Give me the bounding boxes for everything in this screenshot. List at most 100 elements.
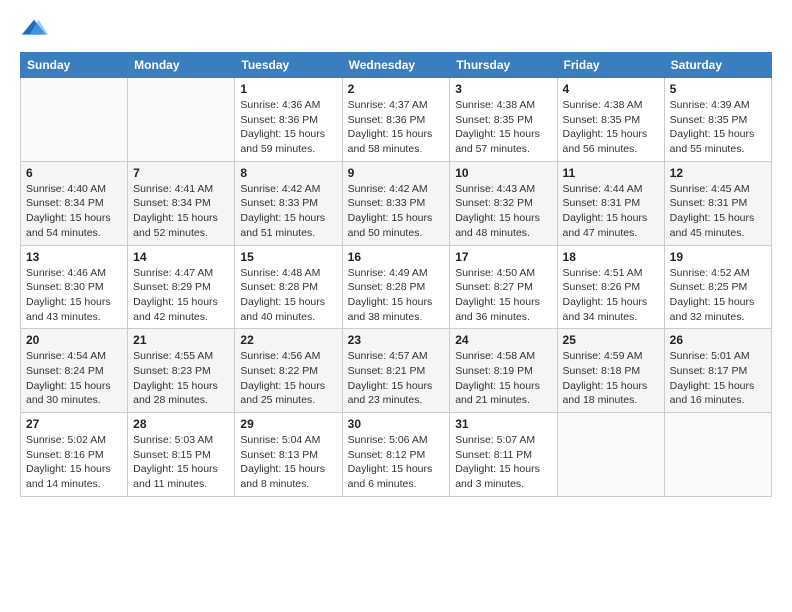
day-number: 23 — [348, 333, 445, 347]
calendar-cell: 22 Sunrise: 4:56 AMSunset: 8:22 PMDayligh… — [235, 329, 342, 413]
calendar-cell: 26 Sunrise: 5:01 AMSunset: 8:17 PMDayligh… — [664, 329, 771, 413]
day-number: 25 — [563, 333, 659, 347]
day-number: 14 — [133, 250, 229, 264]
calendar-cell — [128, 78, 235, 162]
day-number: 5 — [670, 82, 766, 96]
day-number: 17 — [455, 250, 551, 264]
day-number: 12 — [670, 166, 766, 180]
calendar-cell: 15Sunrise: 4:48 AMSunset: 8:28 PMDayligh… — [235, 245, 342, 329]
calendar-cell: 17Sunrise: 4:50 AMSunset: 8:27 PMDayligh… — [450, 245, 557, 329]
calendar-cell: 25 Sunrise: 4:59 AMSunset: 8:18 PMDayligh… — [557, 329, 664, 413]
day-header-tuesday: Tuesday — [235, 53, 342, 78]
day-number: 19 — [670, 250, 766, 264]
day-number: 30 — [348, 417, 445, 431]
day-number: 26 — [670, 333, 766, 347]
calendar-header-row: SundayMondayTuesdayWednesdayThursdayFrid… — [21, 53, 772, 78]
day-info: Sunrise: 4:55 AMSunset: 8:23 PMDaylight:… — [133, 349, 229, 408]
day-number: 31 — [455, 417, 551, 431]
calendar-cell — [557, 413, 664, 497]
calendar-week-row: 13 Sunrise: 4:46 AMSunset: 8:30 PMDayligh… — [21, 245, 772, 329]
day-number: 18 — [563, 250, 659, 264]
day-info: Sunrise: 4:40 AMSunset: 8:34 PMDaylight:… — [26, 182, 122, 241]
day-info: Sunrise: 4:52 AMSunset: 8:25 PMDaylight:… — [670, 266, 766, 325]
day-number: 11 — [563, 166, 659, 180]
day-header-friday: Friday — [557, 53, 664, 78]
logo — [20, 16, 52, 44]
calendar-cell — [664, 413, 771, 497]
calendar-cell: 13 Sunrise: 4:46 AMSunset: 8:30 PMDayligh… — [21, 245, 128, 329]
day-number: 7 — [133, 166, 229, 180]
calendar-cell: 11Sunrise: 4:44 AMSunset: 8:31 PMDayligh… — [557, 161, 664, 245]
day-number: 15 — [240, 250, 336, 264]
calendar-cell: 5 Sunrise: 4:39 AMSunset: 8:35 PMDaylight… — [664, 78, 771, 162]
calendar-cell: 14 Sunrise: 4:47 AMSunset: 8:29 PMDayligh… — [128, 245, 235, 329]
day-number: 9 — [348, 166, 445, 180]
day-number: 2 — [348, 82, 445, 96]
day-number: 13 — [26, 250, 122, 264]
day-info: Sunrise: 4:43 AMSunset: 8:32 PMDaylight:… — [455, 182, 551, 241]
calendar-cell: 6 Sunrise: 4:40 AMSunset: 8:34 PMDaylight… — [21, 161, 128, 245]
day-info: Sunrise: 5:02 AMSunset: 8:16 PMDaylight:… — [26, 433, 122, 492]
day-number: 16 — [348, 250, 445, 264]
day-info: Sunrise: 4:51 AMSunset: 8:26 PMDaylight:… — [563, 266, 659, 325]
day-header-sunday: Sunday — [21, 53, 128, 78]
day-info: Sunrise: 4:59 AMSunset: 8:18 PMDaylight:… — [563, 349, 659, 408]
day-info: Sunrise: 4:37 AMSunset: 8:36 PMDaylight:… — [348, 98, 445, 157]
day-info: Sunrise: 4:42 AMSunset: 8:33 PMDaylight:… — [240, 182, 336, 241]
day-number: 1 — [240, 82, 336, 96]
calendar-cell: 8Sunrise: 4:42 AMSunset: 8:33 PMDaylight… — [235, 161, 342, 245]
day-number: 20 — [26, 333, 122, 347]
day-number: 28 — [133, 417, 229, 431]
day-info: Sunrise: 4:36 AMSunset: 8:36 PMDaylight:… — [240, 98, 336, 157]
calendar-week-row: 1 Sunrise: 4:36 AMSunset: 8:36 PMDaylight… — [21, 78, 772, 162]
day-info: Sunrise: 4:41 AMSunset: 8:34 PMDaylight:… — [133, 182, 229, 241]
day-header-wednesday: Wednesday — [342, 53, 450, 78]
calendar-cell: 31 Sunrise: 5:07 AMSunset: 8:11 PMDayligh… — [450, 413, 557, 497]
day-info: Sunrise: 5:06 AMSunset: 8:12 PMDaylight:… — [348, 433, 445, 492]
calendar-cell: 23 Sunrise: 4:57 AMSunset: 8:21 PMDayligh… — [342, 329, 450, 413]
day-info: Sunrise: 4:56 AMSunset: 8:22 PMDaylight:… — [240, 349, 336, 408]
day-number: 29 — [240, 417, 336, 431]
calendar-cell: 21Sunrise: 4:55 AMSunset: 8:23 PMDayligh… — [128, 329, 235, 413]
day-info: Sunrise: 5:04 AMSunset: 8:13 PMDaylight:… — [240, 433, 336, 492]
day-info: Sunrise: 4:46 AMSunset: 8:30 PMDaylight:… — [26, 266, 122, 325]
day-info: Sunrise: 4:42 AMSunset: 8:33 PMDaylight:… — [348, 182, 445, 241]
day-number: 22 — [240, 333, 336, 347]
calendar-cell: 16Sunrise: 4:49 AMSunset: 8:28 PMDayligh… — [342, 245, 450, 329]
day-number: 24 — [455, 333, 551, 347]
day-info: Sunrise: 4:47 AMSunset: 8:29 PMDaylight:… — [133, 266, 229, 325]
day-info: Sunrise: 5:01 AMSunset: 8:17 PMDaylight:… — [670, 349, 766, 408]
calendar-cell: 3 Sunrise: 4:38 AMSunset: 8:35 PMDaylight… — [450, 78, 557, 162]
calendar-cell: 18 Sunrise: 4:51 AMSunset: 8:26 PMDayligh… — [557, 245, 664, 329]
logo-icon — [20, 16, 48, 44]
day-number: 4 — [563, 82, 659, 96]
day-info: Sunrise: 4:58 AMSunset: 8:19 PMDaylight:… — [455, 349, 551, 408]
calendar-cell: 4 Sunrise: 4:38 AMSunset: 8:35 PMDaylight… — [557, 78, 664, 162]
calendar-week-row: 20 Sunrise: 4:54 AMSunset: 8:24 PMDayligh… — [21, 329, 772, 413]
day-info: Sunrise: 4:38 AMSunset: 8:35 PMDaylight:… — [455, 98, 551, 157]
calendar-cell: 12 Sunrise: 4:45 AMSunset: 8:31 PMDayligh… — [664, 161, 771, 245]
calendar-cell: 28Sunrise: 5:03 AMSunset: 8:15 PMDayligh… — [128, 413, 235, 497]
day-number: 6 — [26, 166, 122, 180]
calendar-cell: 1 Sunrise: 4:36 AMSunset: 8:36 PMDaylight… — [235, 78, 342, 162]
day-info: Sunrise: 4:39 AMSunset: 8:35 PMDaylight:… — [670, 98, 766, 157]
day-header-monday: Monday — [128, 53, 235, 78]
day-info: Sunrise: 4:57 AMSunset: 8:21 PMDaylight:… — [348, 349, 445, 408]
day-number: 27 — [26, 417, 122, 431]
calendar-cell: 10Sunrise: 4:43 AMSunset: 8:32 PMDayligh… — [450, 161, 557, 245]
day-header-saturday: Saturday — [664, 53, 771, 78]
calendar-cell: 20 Sunrise: 4:54 AMSunset: 8:24 PMDayligh… — [21, 329, 128, 413]
day-info: Sunrise: 4:54 AMSunset: 8:24 PMDaylight:… — [26, 349, 122, 408]
day-info: Sunrise: 4:38 AMSunset: 8:35 PMDaylight:… — [563, 98, 659, 157]
page-header — [20, 16, 772, 44]
calendar-cell: 27 Sunrise: 5:02 AMSunset: 8:16 PMDayligh… — [21, 413, 128, 497]
calendar-table: SundayMondayTuesdayWednesdayThursdayFrid… — [20, 52, 772, 497]
day-header-thursday: Thursday — [450, 53, 557, 78]
calendar-cell: 24 Sunrise: 4:58 AMSunset: 8:19 PMDayligh… — [450, 329, 557, 413]
day-number: 3 — [455, 82, 551, 96]
calendar-cell: 9 Sunrise: 4:42 AMSunset: 8:33 PMDaylight… — [342, 161, 450, 245]
day-info: Sunrise: 4:45 AMSunset: 8:31 PMDaylight:… — [670, 182, 766, 241]
calendar-week-row: 27 Sunrise: 5:02 AMSunset: 8:16 PMDayligh… — [21, 413, 772, 497]
calendar-cell: 30 Sunrise: 5:06 AMSunset: 8:12 PMDayligh… — [342, 413, 450, 497]
day-info: Sunrise: 5:07 AMSunset: 8:11 PMDaylight:… — [455, 433, 551, 492]
